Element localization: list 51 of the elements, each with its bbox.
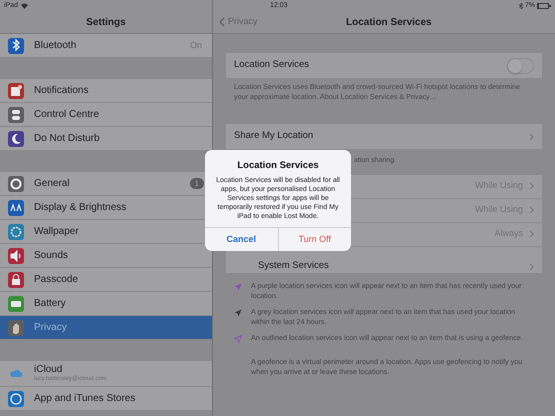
sidebar-item[interactable]: Passcode — [0, 268, 212, 292]
item-label: Do Not Disturb — [34, 134, 101, 144]
item-label: Control Centre — [34, 110, 100, 120]
hand-icon — [8, 320, 24, 336]
sidebar-item[interactable]: Do Not Disturb — [0, 127, 212, 151]
item-label: Display & Brightness — [34, 202, 128, 212]
item-label: Bluetooth — [34, 40, 78, 50]
row-label: Share My Location — [234, 129, 314, 144]
turn-off-button[interactable]: Turn Off — [278, 228, 351, 252]
aa-icon — [8, 200, 24, 216]
dialog-title: Location Services — [236, 159, 320, 173]
sidebar-item[interactable]: Battery — [0, 292, 212, 316]
chevron-icon — [529, 182, 534, 190]
settings-row[interactable]: Share My Location — [226, 124, 542, 149]
item-label: Battery — [34, 298, 67, 308]
moon-icon — [8, 130, 24, 146]
sidebar-item[interactable]: App and iTunes Stores — [0, 387, 212, 411]
back-chevron-icon — [219, 17, 225, 27]
item-label: Sounds — [34, 250, 69, 260]
item-label: Privacy — [34, 322, 68, 332]
sidebar-item[interactable]: Notifications — [0, 79, 212, 103]
item-label: iCloud — [34, 365, 64, 375]
sidebar-item[interactable]: Sounds — [0, 244, 212, 268]
location-arrow-icon — [234, 282, 242, 290]
item-label: Passcode — [34, 274, 79, 284]
bluetooth-icon — [8, 38, 24, 54]
chevron-icon — [529, 132, 534, 140]
row-label: Location Services — [234, 58, 309, 72]
toggle-switch[interactable] — [507, 58, 534, 74]
chevron-icon — [529, 230, 534, 238]
item-label: Notifications — [34, 86, 90, 96]
row-label: System Services — [258, 260, 329, 270]
speaker-icon — [8, 248, 24, 264]
notification-badge: 1 — [190, 178, 204, 189]
location-arrow-icon — [234, 334, 242, 342]
lock-icon — [8, 272, 24, 288]
battery-icon — [8, 296, 24, 312]
wifi-icon — [21, 3, 28, 9]
item-label: App and iTunes Stores — [34, 394, 136, 404]
item-label: General — [34, 178, 71, 188]
chevron-icon — [529, 206, 534, 214]
item-label: Wallpaper — [34, 226, 80, 236]
toggles-icon — [8, 106, 24, 122]
bluetooth-icon — [518, 3, 523, 9]
sidebar-item[interactable]: Control Centre — [0, 103, 212, 127]
sidebar-title: Settings — [86, 16, 126, 30]
location-arrow-icon — [234, 308, 242, 316]
chevron-icon — [529, 262, 534, 270]
battery-icon — [537, 3, 551, 9]
bell-icon — [8, 82, 24, 98]
page-title: Location Services — [346, 16, 432, 30]
